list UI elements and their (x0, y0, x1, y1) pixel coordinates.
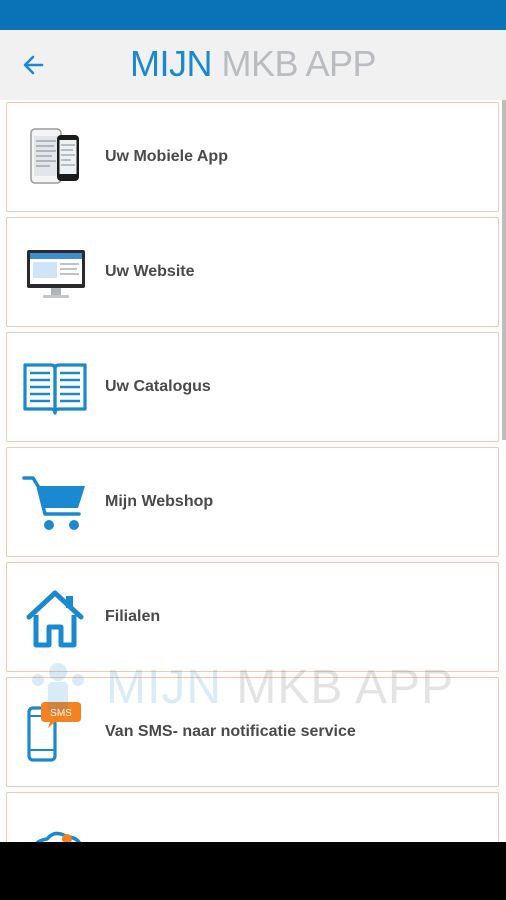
scrollbar[interactable] (502, 100, 506, 440)
menu-item-label: Filialen (105, 608, 161, 625)
title-bold: MIJN (129, 43, 213, 84)
menu-item-cloud[interactable] (6, 792, 499, 842)
menu-item-mobiele-app[interactable]: Uw Mobiele App (6, 102, 499, 212)
menu-list[interactable]: Uw Mobiele App Uw Website Uw Catalogus M… (0, 100, 506, 842)
menu-item-website[interactable]: Uw Website (6, 217, 499, 327)
app-bar: MIJN MKB APP (0, 30, 506, 100)
sms-badge-text: SMS (50, 708, 72, 719)
page-title: MIJN MKB APP (0, 44, 506, 84)
menu-item-sms-notificatie[interactable]: SMS Van SMS- naar notificatie service (6, 677, 499, 787)
menu-item-label: Mijn Webshop (105, 493, 214, 510)
mobile-devices-icon (30, 128, 79, 184)
open-book-icon (23, 363, 87, 415)
monitor-website-icon (27, 250, 85, 298)
status-bar (0, 0, 506, 30)
shopping-cart-icon (22, 476, 85, 530)
menu-item-filialen[interactable]: Filialen (6, 562, 499, 672)
menu-item-label: Uw Website (105, 263, 195, 280)
menu-item-catalogus[interactable]: Uw Catalogus (6, 332, 499, 442)
navigation-bar (0, 842, 506, 900)
sms-phone-icon: SMS (27, 702, 81, 762)
menu-item-webshop[interactable]: Mijn Webshop (6, 447, 499, 557)
menu-item-label: Uw Catalogus (105, 378, 211, 395)
title-light: MKB APP (221, 43, 377, 84)
house-icon (26, 590, 84, 648)
menu-item-label: Van SMS- naar notificatie service (105, 723, 356, 740)
cloud-icon (35, 831, 81, 842)
menu-item-label: Uw Mobiele App (105, 148, 228, 165)
